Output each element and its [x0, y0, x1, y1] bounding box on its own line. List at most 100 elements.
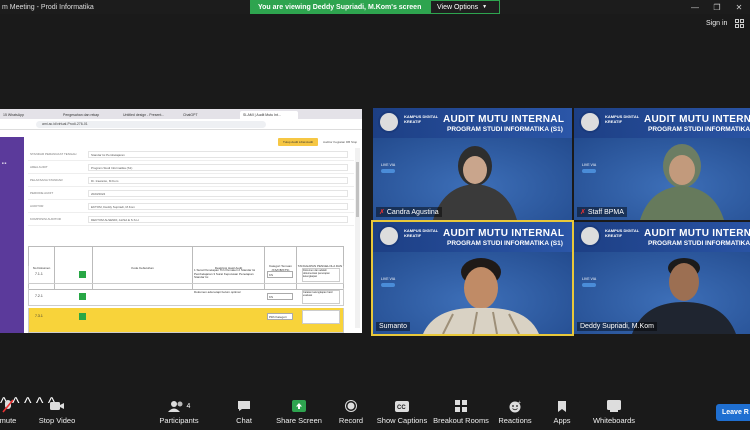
smiley-icon: + — [509, 399, 522, 413]
browser-tab[interactable]: Pengesahan dan rekap — [60, 111, 118, 119]
form-value: DEKTOM ALSENDI, ALISA E S.S.H — [88, 216, 348, 223]
apps-icon — [556, 399, 568, 413]
view-options-button[interactable]: View Options ▼ — [430, 0, 500, 14]
gallery-view-icon[interactable] — [734, 18, 746, 30]
browser-tab[interactable]: Untitled design - Present... — [120, 111, 178, 119]
url-field[interactable]: ami.ac.id/virtual-Prodi-276-01 — [36, 120, 266, 128]
form-value: EKTOM, Deddy Supriadi, M.Kom — [88, 203, 348, 210]
campus-tagline: KAMPUS DIGITAL KREATIF — [404, 228, 439, 238]
record-icon — [345, 399, 357, 413]
video-tile[interactable]: KAMPUS DIGITAL KREATIF AUDIT MUTU INTERN… — [373, 108, 572, 220]
share-screen-label: Share Screen — [276, 416, 322, 425]
scrollbar-thumb[interactable] — [356, 162, 359, 217]
audit-action-button[interactable]: Tutup Audit Lihat Audit — [278, 138, 318, 146]
minimize-icon[interactable]: — — [684, 0, 706, 14]
audit-form: STANDAR PERANGKAT TENGAH Standar Isi Pemb… — [28, 148, 354, 226]
whiteboards-label: Whiteboards — [592, 416, 636, 425]
stop-video-button[interactable]: Stop Video — [37, 399, 77, 427]
unmute-label: mute — [0, 416, 17, 425]
video-tile[interactable]: KAMPUS DIGITAL KREATIF AUDIT MUTU INTERN… — [574, 222, 750, 334]
form-label: AREA AUDIT — [30, 165, 48, 169]
close-icon[interactable]: ✕ — [728, 0, 750, 14]
form-value: Standar Isi Pembelajaran — [88, 151, 348, 158]
browser-tab-active[interactable]: SI-AMI | Audit Mutu Int... — [240, 111, 298, 119]
app-sidebar: ■ ■ — [0, 137, 24, 333]
category-select[interactable]: KS — [267, 271, 293, 278]
apps-button[interactable]: Apps — [552, 399, 572, 427]
banner-subheading: PROGRAM STUDI INFORMATIKA (S1) — [648, 240, 750, 247]
form-value: 2023/2024 — [88, 190, 348, 197]
viewing-message: You are viewing Deddy Supriadi, M.Kom's … — [250, 0, 430, 14]
show-captions-label: Show Captions — [376, 416, 428, 425]
chevron-down-icon: ▼ — [482, 4, 488, 10]
banner-heading: AUDIT MUTU INTERNAL — [443, 114, 565, 125]
participants-count: 4 — [186, 402, 191, 410]
add-icon[interactable] — [79, 271, 86, 278]
participant-name: ✗ Candra Agustina — [376, 207, 442, 217]
banner-heading: AUDIT MUTU INTERNAL — [443, 228, 565, 239]
form-label: AUDITOR — [30, 204, 44, 208]
campus-logo — [378, 225, 400, 247]
live-label: LIVE VIA — [582, 163, 597, 167]
category-select[interactable]: KS — [267, 293, 293, 300]
live-badge — [582, 169, 596, 173]
chat-button[interactable]: Chat — [234, 399, 254, 427]
participants-button[interactable]: 4 Participants — [158, 399, 200, 427]
banner-subheading: PROGRAM STUDI INFORMATIKA (S1) — [648, 126, 750, 133]
banner-heading: AUDIT MUTU INTERNAL — [644, 114, 750, 125]
leave-room-button[interactable]: Leave R — [716, 404, 750, 421]
scrollbar[interactable] — [355, 148, 360, 328]
response-textarea[interactable]: Dokumen dan adalah dokumentasi penerapan… — [302, 268, 340, 282]
record-label: Record — [338, 416, 364, 425]
form-row: PELAKSANA STANDAR Dr. Irawanto, M.Kom — [28, 174, 354, 187]
reactions-button[interactable]: + Reactions — [498, 399, 531, 427]
row-description: Dokumen ada tetapi belum optimal — [194, 290, 241, 294]
add-icon[interactable] — [79, 313, 86, 320]
video-tile[interactable]: KAMPUS DIGITAL KREATIF AUDIT MUTU INTERN… — [574, 108, 750, 220]
unmute-button[interactable]: mute — [0, 399, 20, 427]
restore-icon[interactable]: ❐ — [706, 0, 728, 14]
share-screen-button[interactable]: Share Screen — [276, 399, 322, 427]
response-textarea[interactable]: Catatan kelengkapan hasil evaluasi — [302, 290, 340, 304]
screen-share-banner: You are viewing Deddy Supriadi, M.Kom's … — [250, 0, 500, 14]
campus-tagline: KAMPUS DIGITAL KREATIF — [605, 114, 640, 124]
response-textarea[interactable] — [302, 310, 340, 324]
window-controls: — ❐ ✕ — [684, 0, 750, 14]
browser-tab[interactable]: ChatGPT — [180, 111, 238, 119]
chat-bubble-icon — [237, 399, 251, 413]
chevron-up-icon[interactable]: ^ — [24, 395, 32, 412]
sidebar-text: ■ ■ — [2, 161, 7, 165]
view-options-label: View Options — [437, 3, 479, 11]
form-value: Dr. Irawanto, M.Kom — [88, 177, 348, 184]
browser-tab-bar: 15 WhatsApp Pengesahan dan rekap Untitle… — [0, 109, 362, 119]
live-badge — [381, 169, 395, 173]
participant-name-label: Deddy Supriadi, M.Kom — [580, 323, 654, 330]
browser-tab[interactable]: 15 WhatsApp — [0, 111, 58, 119]
row-number: 7.3.1 — [35, 314, 43, 318]
sign-in-link[interactable]: Sign in — [706, 20, 727, 27]
live-label: LIVE VIA — [381, 277, 396, 281]
form-row: PERIODE AUDIT 2023/2024 — [28, 187, 354, 200]
mic-muted-icon — [2, 399, 14, 413]
row-description: 1 Surat Penetapan Tim Pemateri 2 Standar… — [194, 268, 256, 280]
breakout-rooms-button[interactable]: Breakout Rooms — [433, 399, 489, 427]
banner-heading: AUDIT MUTU INTERNAL — [644, 228, 750, 239]
svg-text:CC: CC — [397, 405, 406, 411]
campus-logo — [378, 111, 400, 133]
audit-status-text: Auditor Kegiatan DB Stop — [323, 140, 358, 144]
show-captions-button[interactable]: CC Show Captions — [376, 399, 428, 427]
campus-tagline: KAMPUS DIGITAL KREATIF — [404, 114, 439, 124]
participant-name: ✗ Staff BPMA — [577, 207, 627, 217]
live-label: LIVE VIA — [582, 277, 597, 281]
campus-logo — [579, 111, 601, 133]
record-button[interactable]: Record — [338, 399, 364, 427]
video-tile-active-speaker[interactable]: KAMPUS DIGITAL KREATIF AUDIT MUTU INTERN… — [371, 220, 574, 336]
participant-name-label: Sumanto — [379, 323, 408, 330]
window-title: m Meeting - Prodi Informatika — [2, 3, 94, 11]
add-icon[interactable] — [79, 293, 86, 300]
category-select[interactable]: Pilih Kategori — [267, 313, 293, 320]
live-badge — [582, 283, 596, 287]
live-label: LIVE VIA — [381, 163, 396, 167]
participant-name-label: Staff BPMA — [587, 209, 624, 216]
whiteboards-button[interactable]: Whiteboards — [592, 399, 636, 427]
